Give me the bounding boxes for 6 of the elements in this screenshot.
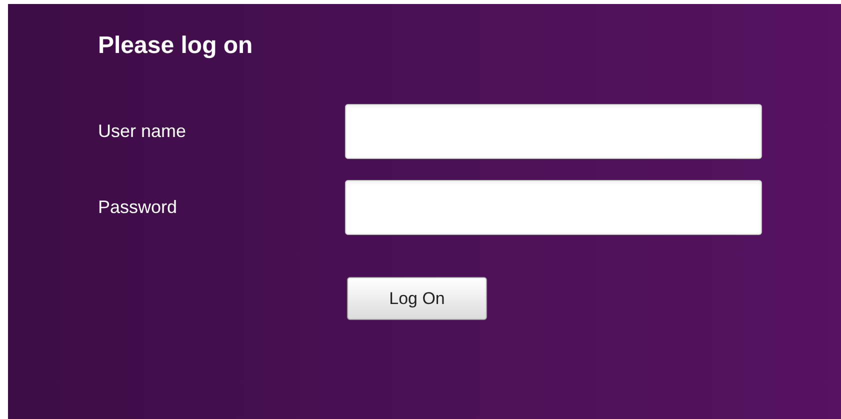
- field-label: User name: [98, 120, 188, 143]
- input-field[interactable]: [345, 180, 762, 235]
- input-field[interactable]: [345, 104, 762, 159]
- field-label: Password: [98, 196, 178, 219]
- login-title: Please log on: [98, 31, 253, 61]
- log-on-button[interactable]: Log On: [347, 277, 487, 320]
